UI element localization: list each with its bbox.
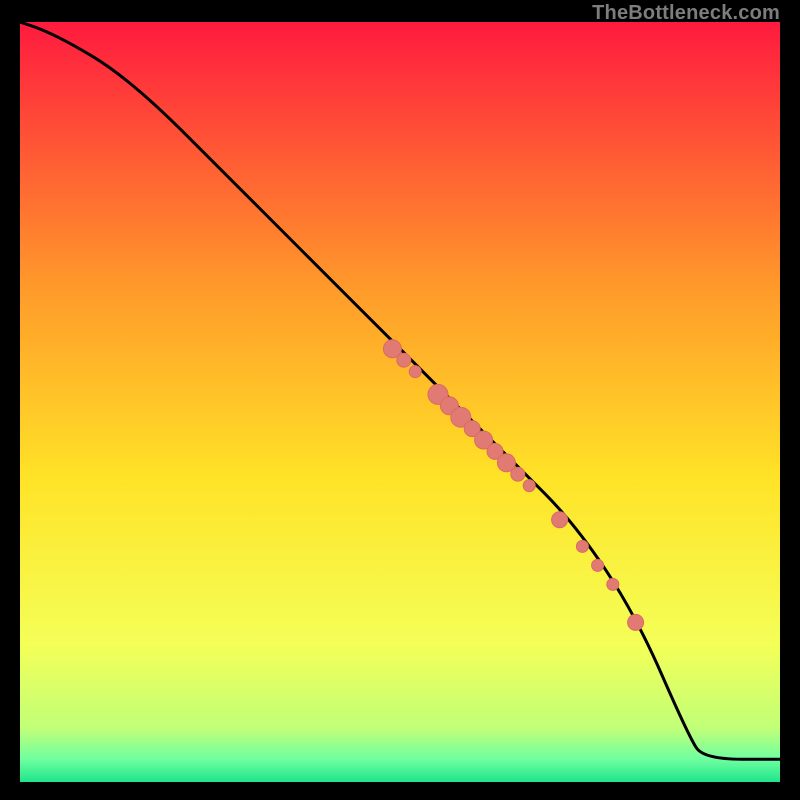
data-point [576, 540, 588, 552]
data-point [607, 578, 619, 590]
data-point [511, 467, 525, 481]
chart-background [20, 22, 780, 782]
data-point [592, 559, 604, 571]
data-point [523, 480, 535, 492]
bottleneck-chart [20, 22, 780, 782]
data-point [628, 614, 644, 630]
data-point [552, 512, 568, 528]
data-point [409, 366, 421, 378]
data-point [397, 353, 411, 367]
chart-frame [20, 22, 780, 782]
